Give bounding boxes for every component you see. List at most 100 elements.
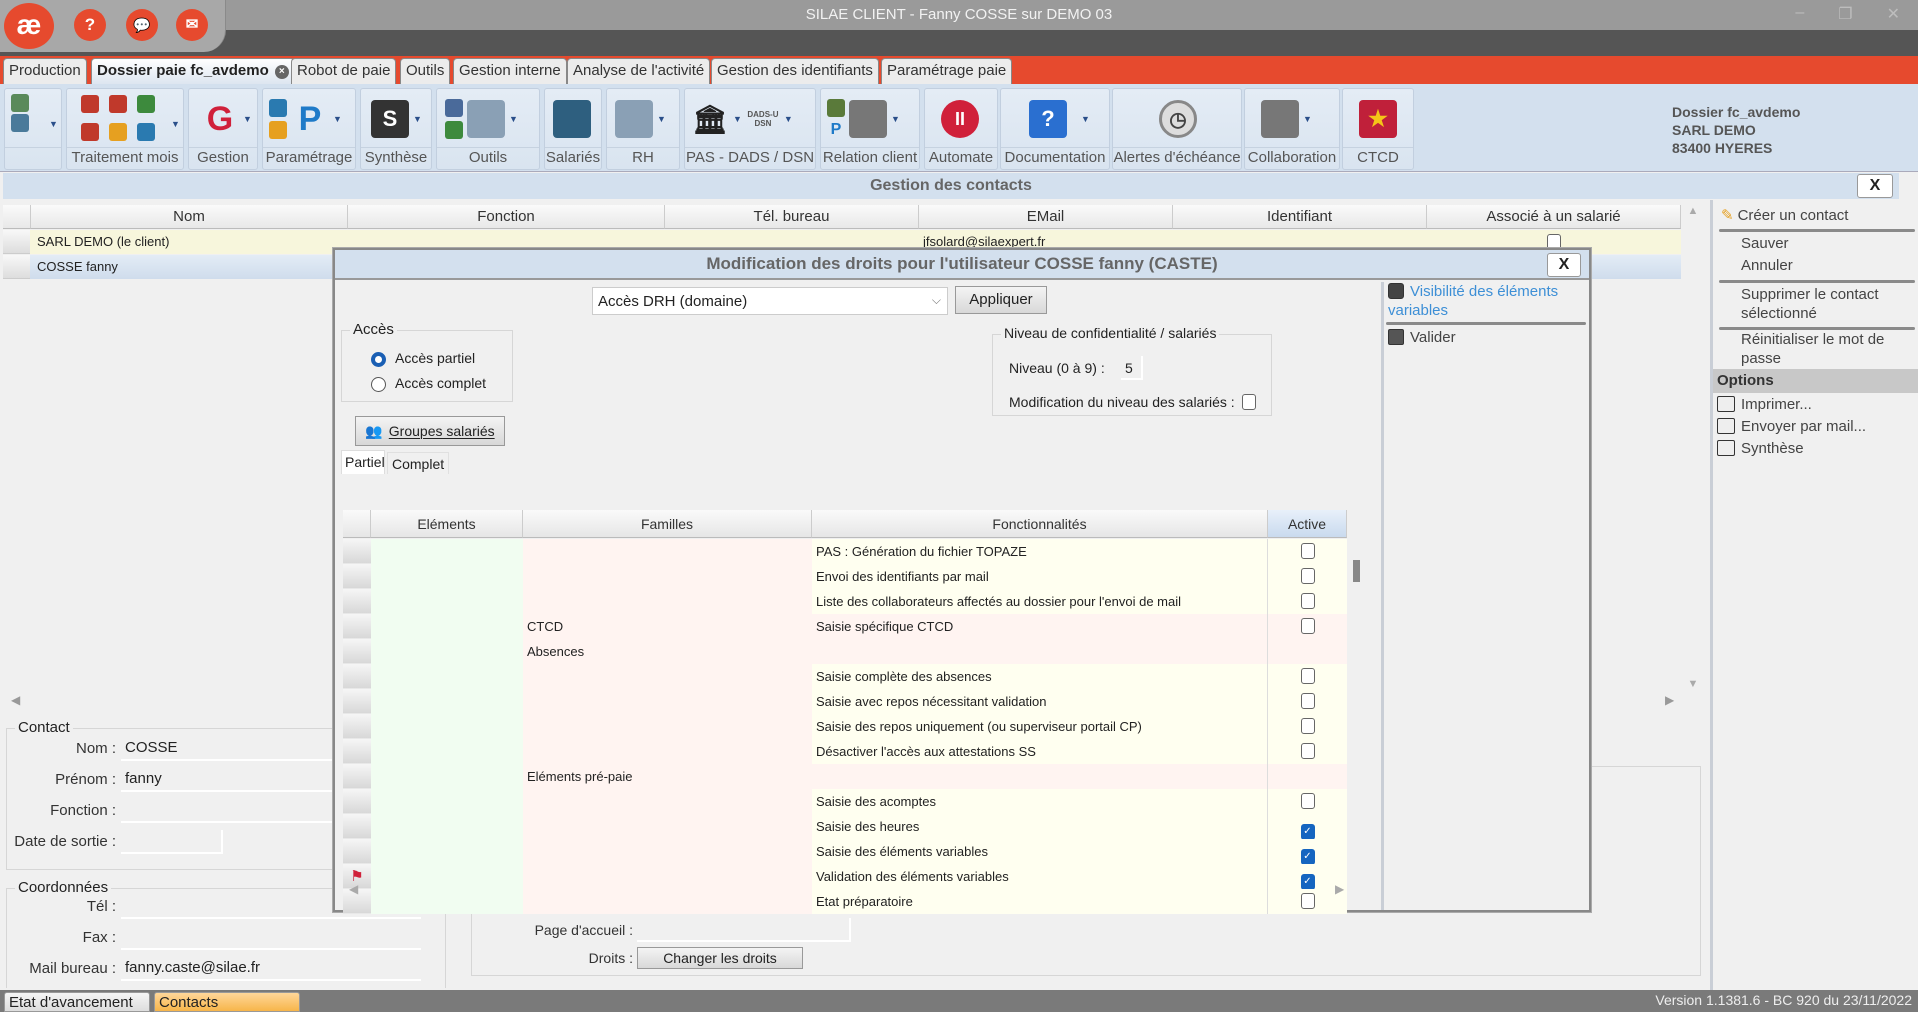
cancel-action[interactable]: Annuler — [1741, 256, 1793, 275]
column-header-active[interactable]: Active — [1268, 510, 1347, 538]
active-checkbox[interactable] — [1300, 693, 1315, 709]
permission-row[interactable]: ⚑ Validation des éléments variables ✓ — [343, 864, 1347, 890]
calendar-icon[interactable] — [109, 95, 127, 113]
close-tab-icon[interactable]: × — [274, 65, 289, 79]
permission-row[interactable]: Liste des collaborateurs affectés au dos… — [343, 589, 1347, 614]
dropdown-caret-icon[interactable]: ▼ — [733, 114, 742, 124]
subtab-partiel[interactable]: Partiel — [341, 450, 385, 474]
mail-icon[interactable]: ✉ — [176, 9, 208, 41]
euro-param-icon[interactable] — [269, 99, 287, 117]
row-header[interactable] — [343, 589, 371, 614]
dads-dsn-icon[interactable]: DADS-U DSN — [746, 110, 780, 128]
gestion-g-icon[interactable]: G — [201, 100, 239, 138]
help-book-icon[interactable]: ? — [1029, 100, 1067, 138]
active-checkbox[interactable]: ✓ — [1300, 824, 1315, 840]
row-header[interactable] — [343, 789, 371, 814]
row-header[interactable] — [3, 230, 30, 254]
document-icon[interactable] — [81, 123, 99, 141]
row-header[interactable] — [343, 839, 371, 864]
tab-analyse-activite[interactable]: Analyse de l'activité — [567, 58, 711, 84]
row-header[interactable] — [343, 664, 371, 689]
dropdown-caret-icon[interactable]: ▼ — [49, 119, 58, 129]
visibilite-action[interactable]: Visibilité des éléments variables — [1388, 282, 1584, 320]
tab-dossier-paie[interactable]: Dossier paie fc_avdemo × — [91, 58, 295, 84]
building-icon[interactable] — [467, 100, 505, 138]
permission-row[interactable]: Saisie des repos uniquement (ou supervis… — [343, 714, 1347, 739]
active-checkbox[interactable] — [1300, 718, 1315, 734]
employee-add-icon[interactable] — [11, 114, 29, 132]
tab-etat-avancement[interactable]: Etat d'avancement — [4, 992, 150, 1012]
tab-contacts[interactable]: Contacts — [154, 992, 300, 1012]
row-header[interactable] — [3, 255, 30, 279]
niveau-field[interactable]: 5 — [1121, 356, 1143, 380]
reset-password-action[interactable]: Réinitialiser le mot de passe — [1741, 330, 1911, 368]
euro-doc-icon[interactable] — [137, 123, 155, 141]
row-header[interactable] — [343, 689, 371, 714]
acces-partiel-radio[interactable] — [371, 352, 386, 367]
dropdown-caret-icon[interactable]: ▼ — [1303, 114, 1312, 124]
column-header-fonctionnalites[interactable]: Fonctionnalités — [812, 510, 1268, 538]
p-icon[interactable]: P — [827, 121, 845, 139]
groupes-salaries-button[interactable]: 👥 Groupes salariés — [355, 416, 505, 446]
dropdown-caret-icon[interactable]: ▼ — [784, 114, 793, 124]
column-header-tel[interactable]: Tél. bureau — [665, 205, 919, 229]
help-icon[interactable]: ? — [74, 9, 106, 41]
ribbon-group-label[interactable]: PAS - DADS / DSN — [685, 147, 815, 167]
active-checkbox[interactable] — [1300, 568, 1315, 584]
permission-row[interactable]: Eléments pré-paie — [343, 764, 1347, 789]
person-icon[interactable] — [445, 99, 463, 117]
print-action[interactable]: Imprimer... — [1717, 395, 1812, 414]
column-header-associe[interactable]: Associé à un salarié — [1427, 205, 1681, 229]
tab-gestion-interne[interactable]: Gestion interne — [453, 58, 567, 84]
dropdown-caret-icon[interactable]: ▼ — [1081, 114, 1090, 124]
column-header-familles[interactable]: Familles — [523, 510, 812, 538]
calendar-icon[interactable] — [81, 95, 99, 113]
chat-icon[interactable]: 💬 — [126, 9, 158, 41]
page-accueil-field[interactable] — [637, 918, 851, 942]
permission-row[interactable]: Saisie complète des absences — [343, 664, 1347, 689]
row-header[interactable] — [343, 639, 371, 664]
active-checkbox[interactable]: ✓ — [1300, 874, 1315, 890]
ribbon-group-label[interactable]: Documentation — [1001, 147, 1109, 167]
active-checkbox[interactable] — [1300, 543, 1315, 559]
close-contacts-button[interactable]: X — [1857, 174, 1893, 198]
collaboration-icon[interactable] — [1261, 100, 1299, 138]
acces-complet-radio[interactable] — [371, 377, 386, 392]
ribbon-group-label[interactable]: Outils — [437, 147, 539, 167]
pause-icon[interactable]: II — [941, 100, 979, 138]
tab-outils[interactable]: Outils — [400, 58, 451, 84]
active-checkbox[interactable] — [1300, 668, 1315, 684]
save-action[interactable]: Sauver — [1741, 234, 1789, 253]
bank-icon[interactable]: 🏛 — [691, 100, 729, 138]
permission-row[interactable]: PAS : Génération du fichier TOPAZE — [343, 539, 1347, 564]
ribbon-group-label[interactable]: Relation client — [821, 147, 919, 167]
logo-ae-icon[interactable]: æ — [4, 3, 54, 49]
permission-row[interactable]: Envoi des identifiants par mail — [343, 564, 1347, 589]
row-header[interactable] — [343, 814, 371, 839]
stopwatch-icon[interactable]: ◷ — [1159, 100, 1197, 138]
tab-production[interactable]: Production — [3, 58, 87, 84]
restore-icon[interactable]: ❐ — [1838, 4, 1852, 24]
scroll-right-icon[interactable]: ▶ — [1335, 882, 1344, 896]
ribbon-group-label[interactable]: Synthèse — [361, 147, 431, 167]
row-header[interactable] — [343, 539, 371, 564]
dropdown-caret-icon[interactable]: ▼ — [333, 114, 342, 124]
ribbon-group-label[interactable]: Alertes d'échéance — [1113, 147, 1241, 167]
permission-row[interactable]: Saisie des acomptes — [343, 789, 1347, 814]
row-header[interactable] — [343, 564, 371, 589]
column-header-nom[interactable]: Nom — [31, 205, 348, 229]
tab-parametrage-paie[interactable]: Paramétrage paie — [881, 58, 1013, 84]
active-checkbox[interactable] — [1300, 618, 1315, 634]
permission-row[interactable]: Saisie des heures ✓ — [343, 814, 1347, 840]
dropdown-caret-icon[interactable]: ▼ — [171, 119, 180, 129]
modif-niveau-checkbox[interactable] — [1242, 394, 1256, 410]
tab-gestion-identifiants[interactable]: Gestion des identifiants — [711, 58, 879, 84]
employee-icon[interactable] — [11, 94, 29, 112]
permission-row[interactable]: Saisie des éléments variables ✓ — [343, 839, 1347, 865]
parametrage-p-icon[interactable]: P — [291, 100, 329, 138]
ribbon-group-label[interactable]: Automate — [925, 147, 997, 167]
ribbon-group-label[interactable]: Collaboration — [1245, 147, 1339, 167]
ribbon-group-label[interactable]: Salariés — [545, 147, 601, 167]
dropdown-caret-icon[interactable]: ▼ — [243, 114, 252, 124]
ribbon-group-label[interactable]: RH — [607, 147, 679, 167]
